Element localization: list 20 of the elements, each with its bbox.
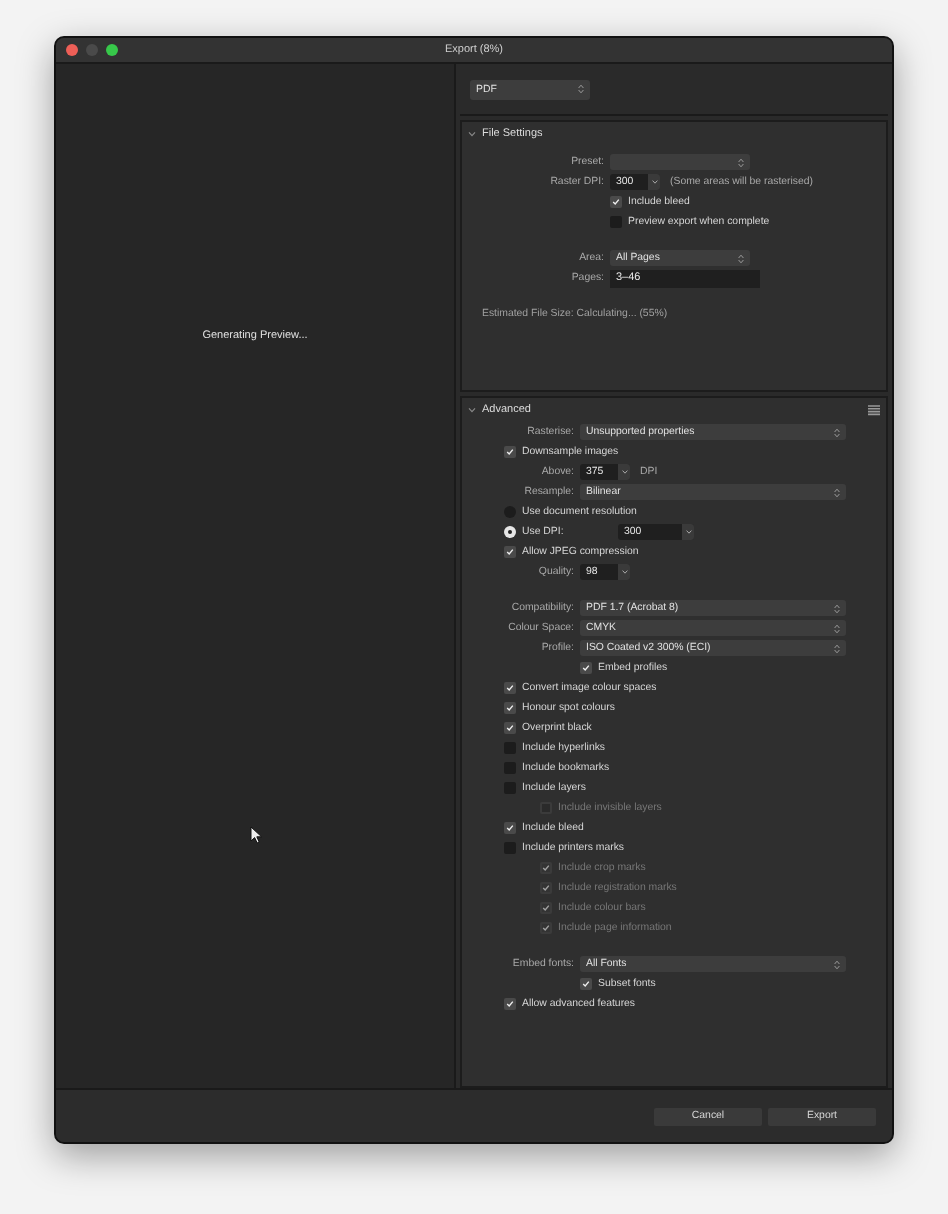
chevron-icon[interactable] — [468, 130, 476, 138]
stepper-icon — [578, 84, 584, 94]
radio-button[interactable] — [504, 526, 516, 538]
caret-icon — [621, 570, 627, 574]
stepper-icon — [738, 253, 744, 263]
stepper-icon — [834, 427, 840, 437]
stepper-icon — [834, 487, 840, 497]
caret-icon — [651, 180, 657, 184]
menu-icon[interactable] — [868, 404, 880, 416]
caret-icon — [621, 470, 627, 474]
chevron-icon[interactable] — [468, 406, 476, 414]
zoom-icon[interactable] — [106, 44, 118, 56]
stepper-icon — [738, 157, 744, 167]
stepper-icon — [834, 603, 840, 613]
stepper-icon — [834, 643, 840, 653]
stepper-icon — [834, 623, 840, 633]
caret-icon — [685, 530, 691, 534]
stepper-icon — [834, 959, 840, 969]
close-icon[interactable] — [66, 44, 78, 56]
pointer-icon — [250, 826, 264, 844]
